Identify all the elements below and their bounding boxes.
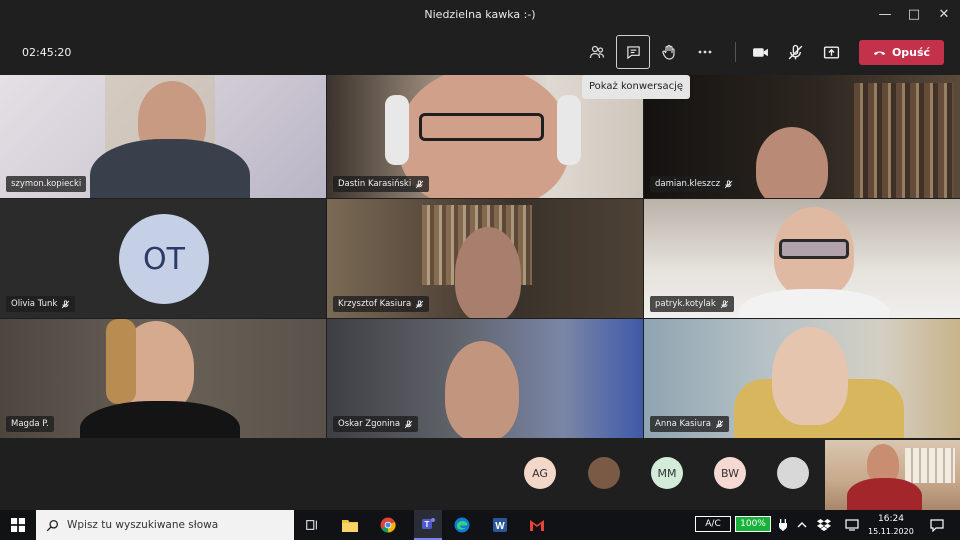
video-tile[interactable]: damian.kleszcz xyxy=(644,75,960,198)
taskbar-search[interactable]: Wpisz tu wyszukiwane słowa xyxy=(36,510,294,540)
mic-off-icon xyxy=(62,299,70,308)
toolbar-divider xyxy=(735,42,736,62)
power-plug-icon xyxy=(773,515,793,535)
title-bar: Niedzielna kawka :-) — □ ✕ xyxy=(0,0,960,30)
dropbox-icon[interactable] xyxy=(814,515,834,535)
participant-video xyxy=(756,127,828,198)
conversation-tooltip: Pokaż konwersację xyxy=(582,75,691,99)
mic-off-icon xyxy=(404,419,413,428)
overflow-avatar[interactable]: MM xyxy=(651,457,683,489)
participant-name-tag: Krzysztof Kasiura xyxy=(333,296,430,312)
video-tile[interactable]: Magda P. xyxy=(0,319,326,438)
participant-name: Olivia Tunk xyxy=(11,299,58,309)
file-explorer-icon[interactable] xyxy=(340,515,360,535)
participant-name: Anna Kasiura xyxy=(655,419,712,429)
network-icon[interactable] xyxy=(842,515,862,535)
overflow-avatar-photo[interactable] xyxy=(777,457,809,489)
windows-start-icon[interactable] xyxy=(8,515,28,535)
show-conversation-button[interactable] xyxy=(616,35,650,69)
participant-name-tag: damian.kleszcz xyxy=(650,176,739,192)
ac-status-badge: A/C xyxy=(695,516,731,532)
battery-badge: 100% xyxy=(735,516,771,532)
svg-text:T: T xyxy=(425,520,430,529)
notifications-icon[interactable] xyxy=(927,515,947,535)
participant-name-tag: Dastin Karasiński xyxy=(333,176,430,192)
participant-name: Dastin Karasiński xyxy=(338,179,412,189)
participant-name: damian.kleszcz xyxy=(655,179,721,189)
video-tile[interactable]: Oskar Zgonina xyxy=(327,319,643,438)
participant-video xyxy=(772,327,848,425)
meeting-timer: 02:45:20 xyxy=(22,46,72,59)
participant-video xyxy=(445,341,519,438)
participant-name: Krzysztof Kasiura xyxy=(338,299,412,309)
leave-label: Opuść xyxy=(891,46,931,59)
participant-name: Oskar Zgonina xyxy=(338,419,401,429)
participant-name-tag: Oskar Zgonina xyxy=(333,416,419,432)
mic-off-icon xyxy=(720,299,728,308)
search-input[interactable]: Wpisz tu wyszukiwane słowa xyxy=(67,519,218,531)
participant-name: Magda P. xyxy=(11,419,49,429)
participant-name: patryk.kotylak xyxy=(655,299,716,309)
chevron-up-icon[interactable] xyxy=(792,515,812,535)
participant-name-tag: Magda P. xyxy=(6,416,54,432)
teams-icon[interactable]: T xyxy=(414,510,442,540)
raise-hand-button[interactable] xyxy=(652,35,686,69)
self-preview-video[interactable] xyxy=(825,440,960,510)
mic-off-icon xyxy=(416,179,424,188)
clock-date[interactable]: 15.11.2020 xyxy=(868,527,914,536)
more-options-button[interactable] xyxy=(688,35,722,69)
participant-name-tag: Olivia Tunk xyxy=(6,296,76,312)
participant-name-tag: patryk.kotylak xyxy=(650,296,734,312)
participants-button[interactable] xyxy=(580,35,614,69)
video-tile[interactable]: szymon.kopiecki xyxy=(0,75,326,198)
teams-meeting-window: Niedzielna kawka :-) — □ ✕ 02:45:20 Opuś… xyxy=(0,0,960,540)
leave-button[interactable]: Opuść xyxy=(859,40,944,65)
video-tile[interactable]: Krzysztof Kasiura xyxy=(327,199,643,318)
hand-icon xyxy=(662,44,675,60)
clock-time[interactable]: 16:24 xyxy=(878,514,904,524)
word-icon[interactable]: W xyxy=(490,515,510,535)
mic-button[interactable] xyxy=(778,35,812,69)
participant-name: szymon.kopiecki xyxy=(11,179,82,189)
overflow-participants xyxy=(0,438,960,512)
overflow-avatar[interactable]: BW xyxy=(714,457,746,489)
search-icon xyxy=(46,519,59,531)
video-tile[interactable]: patryk.kotylak xyxy=(644,199,960,318)
chrome-icon[interactable] xyxy=(378,515,398,535)
share-screen-button[interactable] xyxy=(814,35,848,69)
task-view-icon[interactable] xyxy=(302,515,322,535)
avatar: OT xyxy=(119,214,209,304)
window-title: Niedzielna kawka :-) xyxy=(424,8,536,21)
svg-text:W: W xyxy=(495,521,505,532)
mic-off-icon xyxy=(788,44,802,59)
video-tile[interactable]: OT Olivia Tunk xyxy=(0,199,326,318)
camera-button[interactable] xyxy=(743,35,777,69)
ellipsis-icon xyxy=(698,50,712,54)
overflow-avatar[interactable]: AG xyxy=(524,457,556,489)
people-icon xyxy=(589,45,605,59)
close-icon[interactable]: ✕ xyxy=(933,4,955,26)
share-tray-icon xyxy=(823,45,839,59)
hang-up-icon xyxy=(873,51,886,55)
video-tile[interactable]: Anna Kasiura xyxy=(644,319,960,438)
mic-off-icon xyxy=(715,419,724,428)
camera-icon xyxy=(752,47,768,57)
overflow-avatar-photo[interactable] xyxy=(588,457,620,489)
minimize-icon[interactable]: — xyxy=(874,4,896,26)
maximize-icon[interactable]: □ xyxy=(903,4,925,26)
gmail-icon[interactable] xyxy=(527,515,547,535)
participant-video xyxy=(455,227,521,318)
participant-name-tag: Anna Kasiura xyxy=(650,416,730,432)
meeting-toolbar: 02:45:20 xyxy=(0,30,960,74)
mic-off-icon xyxy=(724,179,733,188)
edge-icon[interactable] xyxy=(452,515,472,535)
mic-off-icon xyxy=(416,299,424,308)
chat-icon xyxy=(626,45,640,59)
participant-name-tag: szymon.kopiecki xyxy=(6,176,87,192)
